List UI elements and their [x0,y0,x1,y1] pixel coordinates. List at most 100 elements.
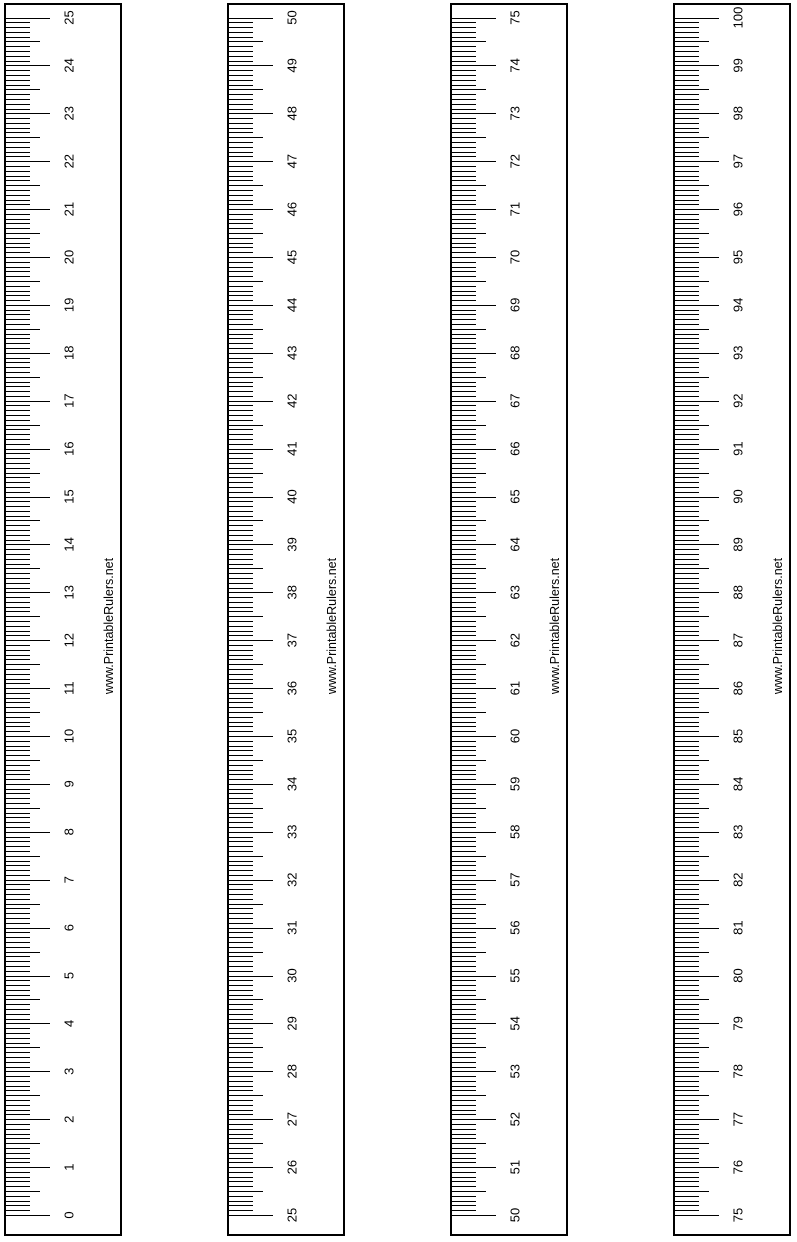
tick-label: 2 [62,1116,77,1123]
tick-label: 4 [62,1020,77,1027]
tick-label: 64 [508,537,523,551]
tick-label: 22 [62,154,77,168]
tick-label: 58 [508,825,523,839]
tick-label: 0 [62,1211,77,1218]
ruler-3: 50 51 52 53 54 55 56 57 58 59 60 61 62 63 64 65 66 67 68 69… [450,3,568,1236]
tick-label: 50 [285,10,300,24]
tick-label: 68 [508,346,523,360]
tick-label: 70 [508,250,523,264]
tick-label: 53 [508,1064,523,1078]
tick-label: 86 [731,681,746,695]
tick-label: 99 [731,58,746,72]
tick-label: 69 [508,298,523,312]
tick-label: 42 [285,393,300,407]
tick-label: 82 [731,872,746,886]
tick-label: 91 [731,441,746,455]
tick-label: 16 [62,441,77,455]
tick-label: 45 [285,250,300,264]
tick-label: 32 [285,872,300,886]
tick-label: 3 [62,1068,77,1075]
site-label: www.PrintableRulers.net [325,557,339,695]
tick-label: 8 [62,828,77,835]
tick-label: 75 [731,1208,746,1222]
tick-label: 56 [508,920,523,934]
ruler-2: 25 26 27 28 29 30 31 32 33 34 35 36 37 38 39 40 41 42 43 44… [227,3,345,1236]
site-label: www.PrintableRulers.net [771,557,785,695]
tick-label: 7 [62,876,77,883]
tick-label: 60 [508,729,523,743]
tick-label: 83 [731,825,746,839]
tick-label: 96 [731,202,746,216]
tick-label: 61 [508,681,523,695]
tick-label: 67 [508,393,523,407]
tick-label: 40 [285,489,300,503]
tick-label: 11 [62,681,77,695]
tick-label: 21 [62,202,77,216]
tick-label: 27 [285,1112,300,1126]
tick-label: 18 [62,346,77,360]
tick-label: 15 [62,489,77,503]
tick-label: 25 [62,10,77,24]
tick-label: 75 [508,10,523,24]
tick-label: 100 [731,7,746,29]
tick-label: 19 [62,298,77,312]
tick-label: 13 [62,585,77,599]
tick-label: 57 [508,872,523,886]
tick-label: 93 [731,346,746,360]
tick-label: 88 [731,585,746,599]
tick-label: 30 [285,968,300,982]
tick-label: 10 [62,729,77,743]
tick-label: 48 [285,106,300,120]
tick-label: 39 [285,537,300,551]
tick-label: 29 [285,1016,300,1030]
site-label: www.PrintableRulers.net [102,557,116,695]
ruler-1: 0 1 2 3 4 5 6 7 8 9 10 11 12 13 14 15 16 17 18 19 20 21 22 23 24… [4,3,122,1236]
tick-label: 66 [508,441,523,455]
tick-label: 90 [731,489,746,503]
tick-label: 24 [62,58,77,72]
tick-label: 23 [62,106,77,120]
tick-label: 37 [285,633,300,647]
tick-label: 52 [508,1112,523,1126]
tick-label: 50 [508,1208,523,1222]
tick-label: 89 [731,537,746,551]
tick-label: 77 [731,1112,746,1126]
tick-label: 5 [62,972,77,979]
tick-label: 81 [731,920,746,934]
tick-label: 65 [508,489,523,503]
tick-label: 51 [508,1160,523,1174]
tick-label: 44 [285,298,300,312]
tick-label: 97 [731,154,746,168]
tick-label: 63 [508,585,523,599]
tick-label: 98 [731,106,746,120]
tick-label: 72 [508,154,523,168]
tick-label: 20 [62,250,77,264]
tick-label: 85 [731,729,746,743]
tick-label: 80 [731,968,746,982]
tick-label: 1 [62,1163,77,1170]
tick-label: 26 [285,1160,300,1174]
tick-label: 74 [508,58,523,72]
tick-label: 76 [731,1160,746,1174]
tick-label: 54 [508,1016,523,1030]
tick-label: 41 [285,441,300,455]
tick-label: 84 [731,777,746,791]
ruler-4: 75 76 77 78 79 80 81 82 83 84 85 86 87 88 89 90 91 92 93 94… [673,3,791,1236]
tick-label: 46 [285,202,300,216]
site-label: www.PrintableRulers.net [548,557,562,695]
tick-label: 43 [285,346,300,360]
tick-label: 12 [62,633,77,647]
tick-label: 47 [285,154,300,168]
tick-label: 9 [62,780,77,787]
tick-label: 78 [731,1064,746,1078]
tick-label: 14 [62,537,77,551]
tick-label: 31 [285,920,300,934]
tick-label: 17 [62,393,77,407]
tick-label: 36 [285,681,300,695]
tick-label: 35 [285,729,300,743]
tick-label: 62 [508,633,523,647]
tick-label: 38 [285,585,300,599]
tick-label: 59 [508,777,523,791]
tick-label: 95 [731,250,746,264]
tick-label: 79 [731,1016,746,1030]
